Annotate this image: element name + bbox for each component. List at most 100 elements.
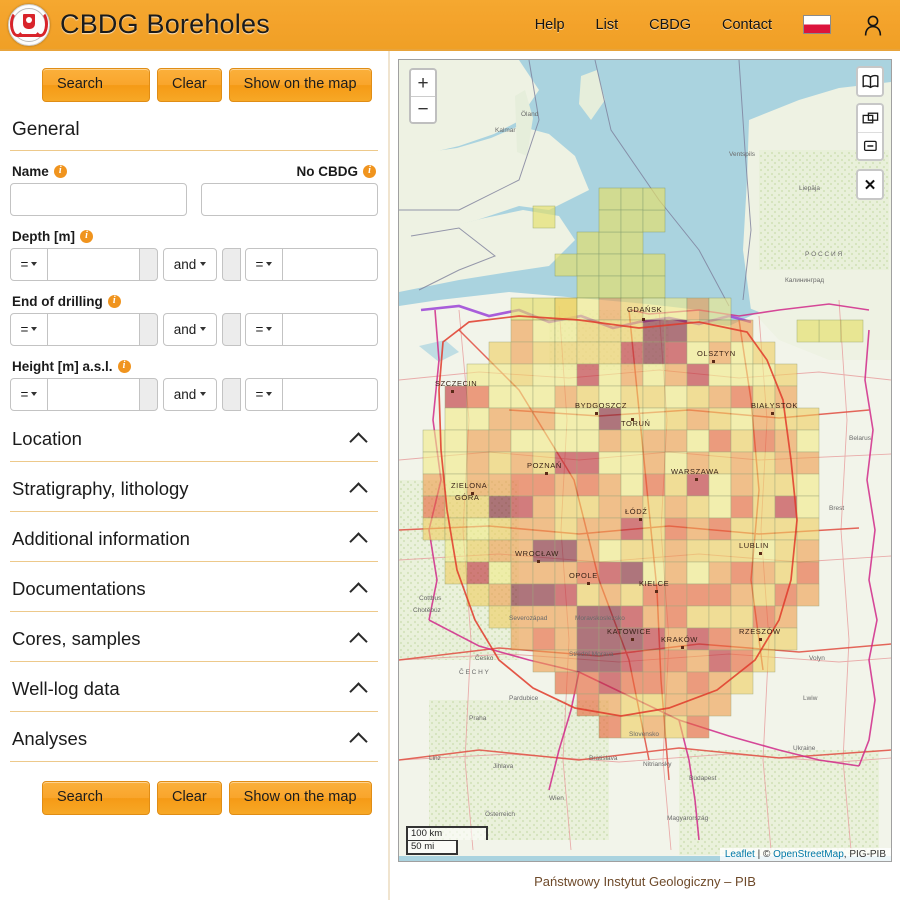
remove-selection-icon[interactable] [858, 132, 882, 159]
heatmap-cell[interactable] [466, 429, 490, 453]
heatmap-cell[interactable] [686, 539, 710, 563]
heatmap-cell[interactable] [664, 495, 688, 519]
heatmap-cell[interactable] [466, 407, 490, 431]
heatmap-cell[interactable] [620, 363, 644, 387]
clear-button-top[interactable]: Clear [157, 68, 222, 102]
heatmap-cell[interactable] [686, 407, 710, 431]
depth-value-from[interactable] [48, 247, 143, 281]
map-canvas[interactable]: GDAŃSK SZCZECIN OLSZTYN BYDGOSZCZ TORUŃ … [399, 60, 891, 856]
heatmap-cell[interactable] [576, 583, 600, 607]
no-cbdg-input[interactable] [201, 182, 378, 216]
heatmap-cell[interactable] [664, 407, 688, 431]
heatmap-cell[interactable] [554, 429, 578, 453]
heatmap-cell[interactable] [796, 583, 820, 607]
heatmap-cell[interactable] [554, 319, 578, 343]
heatmap-cell[interactable] [752, 649, 776, 673]
heatmap-cell[interactable] [686, 429, 710, 453]
heatmap-cell[interactable] [708, 605, 732, 629]
heatmap-cell[interactable] [422, 517, 446, 541]
heatmap-cell[interactable] [752, 583, 776, 607]
heatmap-cell[interactable] [532, 583, 556, 607]
heatmap-cell[interactable] [664, 605, 688, 629]
heatmap-cell[interactable] [620, 451, 644, 475]
heatmap-cell[interactable] [554, 605, 578, 629]
user-account-icon[interactable] [862, 13, 884, 37]
heatmap-cell[interactable] [708, 517, 732, 541]
end-of-drilling-value-to[interactable] [283, 312, 378, 346]
heatmap-cell[interactable] [532, 385, 556, 409]
height-asl-conjunction[interactable]: and [163, 377, 217, 411]
heatmap-cell[interactable] [554, 341, 578, 365]
depth-operator-from[interactable]: = [10, 247, 48, 281]
heatmap-cell[interactable] [796, 407, 820, 431]
heatmap-cell[interactable] [752, 363, 776, 387]
heatmap-cell[interactable] [664, 429, 688, 453]
heatmap-cell[interactable] [488, 561, 512, 585]
heatmap-cell[interactable] [752, 451, 776, 475]
end-of-drilling-operator-from[interactable]: = [10, 312, 48, 346]
heatmap-cell[interactable] [510, 407, 534, 431]
heatmap-cell[interactable] [554, 627, 578, 651]
heatmap-cell[interactable] [796, 539, 820, 563]
heatmap-cell[interactable] [510, 429, 534, 453]
heatmap-cell[interactable] [466, 385, 490, 409]
heatmap-cell[interactable] [642, 605, 666, 629]
heatmap-cell[interactable] [774, 363, 798, 387]
heatmap-cell[interactable] [708, 627, 732, 651]
accordion-item-well-log-data[interactable]: Well-log data [10, 675, 378, 712]
heatmap-cell[interactable] [620, 539, 644, 563]
heatmap-cell[interactable] [686, 649, 710, 673]
poland-flag-icon[interactable] [803, 15, 831, 34]
heatmap-cell[interactable] [488, 385, 512, 409]
heatmap-cell[interactable] [576, 319, 600, 343]
heatmap-cell[interactable] [510, 473, 534, 497]
heatmap-cell[interactable] [422, 473, 446, 497]
end-of-drilling-to-stepper[interactable] [222, 312, 241, 346]
end-of-drilling-from-stepper[interactable] [139, 312, 158, 346]
heatmap-cell[interactable] [466, 451, 490, 475]
heatmap-cell[interactable] [686, 517, 710, 541]
heatmap-cell[interactable] [576, 627, 600, 651]
info-icon[interactable]: i [363, 164, 376, 178]
heatmap-cell[interactable] [730, 517, 754, 541]
heatmap-cell[interactable] [554, 363, 578, 387]
heatmap-cell[interactable] [510, 495, 534, 519]
heatmap-cell[interactable] [708, 297, 732, 321]
heatmap-cell[interactable] [708, 319, 732, 343]
basemap-layers-icon[interactable] [858, 68, 882, 95]
height-asl-value-to[interactable] [283, 377, 378, 411]
openstreetmap-link[interactable]: OpenStreetMap [773, 849, 844, 860]
leaflet-link[interactable]: Leaflet [725, 849, 755, 860]
heatmap-cell[interactable] [444, 451, 468, 475]
heatmap-cell[interactable] [642, 319, 666, 343]
heatmap-cell[interactable] [796, 495, 820, 519]
heatmap-cell[interactable] [576, 693, 600, 717]
heatmap-cell[interactable] [730, 429, 754, 453]
heatmap-cell[interactable] [642, 451, 666, 475]
heatmap-cell[interactable] [686, 561, 710, 585]
name-input[interactable] [10, 182, 187, 216]
heatmap-cell[interactable] [576, 341, 600, 365]
heatmap-cell[interactable] [576, 451, 600, 475]
heatmap-cell[interactable] [532, 407, 556, 431]
nav-cbdg[interactable]: CBDG [649, 17, 691, 33]
heatmap-cell[interactable] [488, 539, 512, 563]
heatmap-cell[interactable] [752, 429, 776, 453]
clear-button-bottom[interactable]: Clear [157, 780, 222, 815]
heatmap-cell[interactable] [576, 517, 600, 541]
heatmap-cell[interactable] [488, 583, 512, 607]
heatmap-cell[interactable] [598, 451, 622, 475]
heatmap-cell[interactable] [642, 539, 666, 563]
heatmap-cell[interactable] [598, 341, 622, 365]
heatmap-cell[interactable] [752, 605, 776, 629]
nav-help[interactable]: Help [535, 17, 565, 33]
heatmap-cell[interactable] [730, 583, 754, 607]
heatmap-cell[interactable] [708, 561, 732, 585]
heatmap-cell[interactable] [510, 583, 534, 607]
heatmap-cell[interactable] [774, 495, 798, 519]
heatmap-cell[interactable] [466, 539, 490, 563]
heatmap-cell[interactable] [686, 385, 710, 409]
info-icon[interactable]: i [80, 229, 93, 243]
heatmap-cell[interactable] [664, 539, 688, 563]
heatmap-cell[interactable] [510, 319, 534, 343]
